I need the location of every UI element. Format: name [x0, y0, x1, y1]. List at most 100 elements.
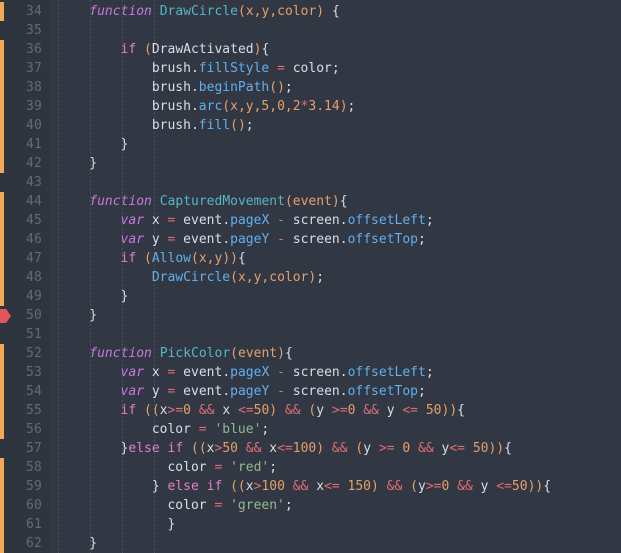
token-ctl: else: [128, 441, 160, 456]
code-line[interactable]: 41}: [0, 135, 621, 154]
code-line[interactable]: 37 brush.fillStyle = color;: [0, 59, 621, 78]
token-punc: ): [331, 194, 340, 209]
line-number: 34: [25, 4, 42, 19]
token-plain: screen: [292, 384, 340, 399]
code-text[interactable]: var x = event.pageX - screen.offsetLeft;: [121, 211, 434, 230]
code-line[interactable]: 44 function CapturedMovement(event){: [0, 192, 621, 211]
code-line[interactable]: 58 color = 'red';: [0, 458, 621, 477]
code-text[interactable]: brush.beginPath();: [152, 78, 293, 97]
code-line[interactable]: 62}: [0, 534, 621, 553]
token-plain: y: [151, 232, 160, 247]
token-sp: [285, 479, 293, 494]
code-line[interactable]: 45 var x = event.pageX - screen.offsetLef…: [0, 211, 621, 230]
code-text[interactable]: if (Allow(x,y)){: [121, 249, 246, 268]
code-line[interactable]: 39 brush.arc(x,y,5,0,2*3.14);: [0, 97, 621, 116]
code-text[interactable]: if ((x>=0 && x <=50) && (y >=0 && y <= 5…: [121, 401, 465, 420]
code-line[interactable]: 53 var x = event.pageX - screen.offsetLef…: [0, 363, 621, 382]
token-kw: var: [120, 384, 145, 399]
token-op: -: [277, 384, 285, 399]
line-number: 55: [25, 403, 42, 418]
code-line[interactable]: 48 DrawCircle(x,y,color);: [0, 268, 621, 287]
token-fn: DrawCircle: [159, 4, 238, 19]
token-punc: (: [191, 251, 199, 266]
token-plain: screen: [292, 365, 340, 380]
code-line[interactable]: 51: [0, 325, 621, 344]
code-text[interactable]: color = 'green';: [167, 496, 292, 515]
code-text[interactable]: var y = event.pageY - screen.offsetTop;: [121, 382, 426, 401]
code-text[interactable]: if (DrawActivated){: [121, 40, 270, 59]
code-text[interactable]: }: [89, 154, 97, 173]
code-line[interactable]: 57}else if ((x>50 && x<=100) && (y >= 0 …: [0, 439, 621, 458]
token-prop: pageX: [230, 365, 270, 380]
code-text[interactable]: }: [89, 306, 97, 325]
token-param: x: [230, 99, 238, 114]
code-line[interactable]: 47 if (Allow(x,y)){: [0, 249, 621, 268]
code-text[interactable]: } else if ((x>100 && x<= 150) && (y>=0 &…: [152, 477, 551, 496]
token-punc: ): [316, 441, 325, 456]
token-num: 0: [277, 99, 285, 114]
token-punc: (: [230, 270, 238, 285]
code-line[interactable]: 54 var y = event.pageY - screen.offsetTop…: [0, 382, 621, 401]
code-text[interactable]: }: [167, 515, 175, 534]
token-sp: [222, 479, 230, 494]
token-sp: [160, 365, 168, 380]
token-sp: [269, 384, 277, 399]
token-plain: {: [331, 4, 340, 19]
code-text[interactable]: }: [89, 534, 97, 553]
code-line[interactable]: 40 brush.fill();: [0, 116, 621, 135]
code-text[interactable]: function CapturedMovement(event){: [89, 192, 347, 211]
code-text[interactable]: brush.fillStyle = color;: [152, 59, 340, 78]
code-editor[interactable]: 34 function DrawCircle(x,y,color) {35 36 if…: [0, 0, 621, 553]
token-punc: (: [230, 118, 238, 133]
token-plain: y: [151, 384, 160, 399]
token-punc: ,: [237, 99, 246, 114]
code-line[interactable]: 61}: [0, 515, 621, 534]
code-line[interactable]: 52 function PickColor(event){: [0, 344, 621, 363]
token-sp: [269, 232, 277, 247]
code-text[interactable]: }: [121, 287, 129, 306]
token-punc: (: [230, 346, 238, 361]
code-line[interactable]: 42}: [0, 154, 621, 173]
code-line[interactable]: 38 brush.beginPath();: [0, 78, 621, 97]
code-text[interactable]: var x = event.pageX - screen.offsetLeft;: [121, 363, 434, 382]
code-line[interactable]: 34 function DrawCircle(x,y,color) {: [0, 2, 621, 21]
code-text[interactable]: brush.arc(x,y,5,0,2*3.14);: [152, 97, 356, 116]
token-sp: [285, 365, 293, 380]
token-punc: ): [339, 99, 348, 114]
code-text[interactable]: var y = event.pageY - screen.offsetTop;: [121, 230, 426, 249]
code-text[interactable]: function PickColor(event){: [89, 344, 293, 363]
code-text[interactable]: DrawCircle(x,y,color);: [152, 268, 324, 287]
code-text[interactable]: color = 'red';: [167, 458, 277, 477]
code-text[interactable]: function DrawCircle(x,y,color) {: [89, 2, 340, 21]
line-number: 40: [25, 118, 42, 133]
code-line[interactable]: 56 color = 'blue';: [0, 420, 621, 439]
line-number: 44: [25, 194, 42, 209]
token-sp: [379, 479, 387, 494]
code-line[interactable]: 49}: [0, 287, 621, 306]
token-plain: }: [89, 536, 98, 551]
code-line[interactable]: 35: [0, 21, 621, 40]
code-line[interactable]: 50}: [0, 306, 621, 325]
token-sp: [285, 61, 293, 76]
token-punc: ): [316, 4, 325, 19]
code-text[interactable]: color = 'blue';: [152, 420, 269, 439]
token-sp: [175, 213, 183, 228]
code-line[interactable]: 43: [0, 173, 621, 192]
code-text[interactable]: }else if ((x>50 && x<=100) && (y >= 0 &&…: [121, 439, 512, 458]
token-sp: [160, 441, 168, 456]
code-line[interactable]: 55 if ((x>=0 && x <=50) && (y >=0 && y <=…: [0, 401, 621, 420]
token-param: x: [237, 270, 246, 285]
token-prop: offsetTop: [347, 384, 419, 399]
code-line[interactable]: 36 if (DrawActivated){: [0, 40, 621, 59]
code-text[interactable]: }: [121, 135, 129, 154]
token-op: >=: [167, 403, 184, 418]
code-line[interactable]: 59} else if ((x>100 && x<= 150) && (y>=0…: [0, 477, 621, 496]
line-number: 46: [25, 232, 42, 247]
token-punc: )): [441, 403, 458, 418]
code-text[interactable]: brush.fill();: [152, 116, 254, 135]
token-op: <=: [324, 479, 340, 494]
token-kw: function: [89, 4, 152, 19]
token-op: <=: [496, 479, 512, 494]
code-line[interactable]: 60 color = 'green';: [0, 496, 621, 515]
code-line[interactable]: 46 var y = event.pageY - screen.offsetTop…: [0, 230, 621, 249]
